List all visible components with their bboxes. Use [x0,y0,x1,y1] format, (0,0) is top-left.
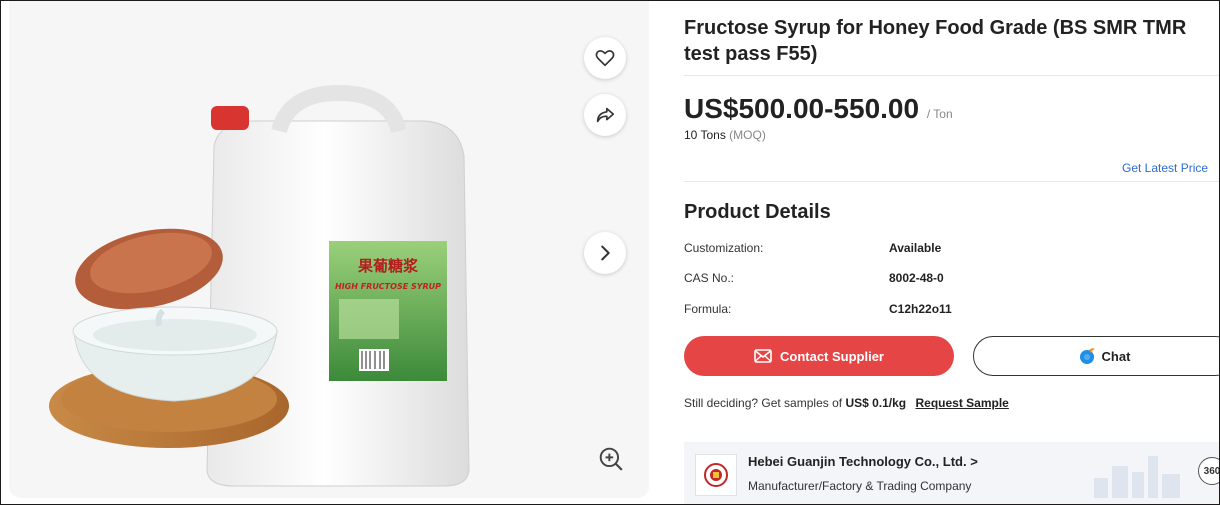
supplier-logo [695,454,737,496]
zoom-in-icon [599,447,623,471]
sample-info: Still deciding? Get samples of US$ 0.1/k… [684,396,1009,410]
divider [684,75,1219,76]
supplier-card[interactable]: Hebei Guanjin Technology Co., Ltd. > Man… [684,442,1219,504]
moq: 10 Tons (MOQ) [684,128,766,142]
chat-label: Chat [1101,348,1131,364]
spec-value: 8002-48-0 [889,271,944,285]
jug-label-cn: 果葡糖浆 [357,257,419,275]
spec-row-formula: Formula: C12h22o11 [684,302,1084,320]
jug-label-en: HIGH FRUCTOSE SYRUP [335,282,441,291]
price-range: US$500.00-550.00 / Ton [684,93,953,125]
supplier-name-link[interactable]: Hebei Guanjin Technology Co., Ltd. > [748,454,978,469]
product-gallery[interactable]: 果葡糖浆 HIGH FRUCTOSE SYRUP [9,1,649,498]
supplier-logo-icon [704,463,728,487]
zoom-button[interactable] [594,442,628,476]
spec-value: Available [889,241,942,255]
supplier-type: Manufacturer/Factory & Trading Company [748,479,972,493]
share-button[interactable] [584,94,626,136]
contact-supplier-button[interactable]: Contact Supplier [684,336,954,376]
contact-supplier-label: Contact Supplier [779,348,884,364]
skyline-decoration [1094,456,1180,498]
next-image-button[interactable] [584,232,626,274]
request-sample-link[interactable]: Request Sample [915,396,1008,410]
product-details-title: Product Details [684,201,831,223]
get-latest-price-link[interactable]: Get Latest Price [1122,161,1208,175]
spec-value: C12h22o11 [889,302,952,316]
product-title: Fructose Syrup for Honey Food Grade (BS … [684,17,1187,65]
view-360-button[interactable]: 360 [1198,457,1219,485]
chevron-right-icon [601,245,610,261]
chat-button[interactable]: Chat [973,336,1219,376]
moq-label: (MOQ) [729,128,766,142]
price-value: US$500.00-550.00 [684,93,920,124]
spec-key: CAS No.: [684,271,735,285]
favorite-button[interactable] [584,37,626,79]
product-info: Fructose Syrup for Honey Food Grade (BS … [684,1,1219,504]
spec-key: Formula: [684,302,732,316]
spec-row-customization: Customization: Available [684,241,1084,259]
chat-icon [1079,348,1095,364]
divider [684,181,1219,182]
product-image: 果葡糖浆 HIGH FRUCTOSE SYRUP [49,84,470,487]
spec-key: Customization: [684,241,764,255]
page-frame: 果葡糖浆 HIGH FRUCTOSE SYRUP Fructose Syrup … [0,0,1220,505]
sample-price: US$ 0.1/kg [845,396,907,410]
share-icon [596,107,615,123]
spec-row-cas: CAS No.: 8002-48-0 [684,271,1084,289]
mail-icon [754,349,772,363]
sample-prefix: Still deciding? Get samples of [684,396,843,410]
price-unit: / Ton [926,107,953,121]
moq-value: 10 Tons [684,128,726,142]
heart-icon [595,50,615,67]
